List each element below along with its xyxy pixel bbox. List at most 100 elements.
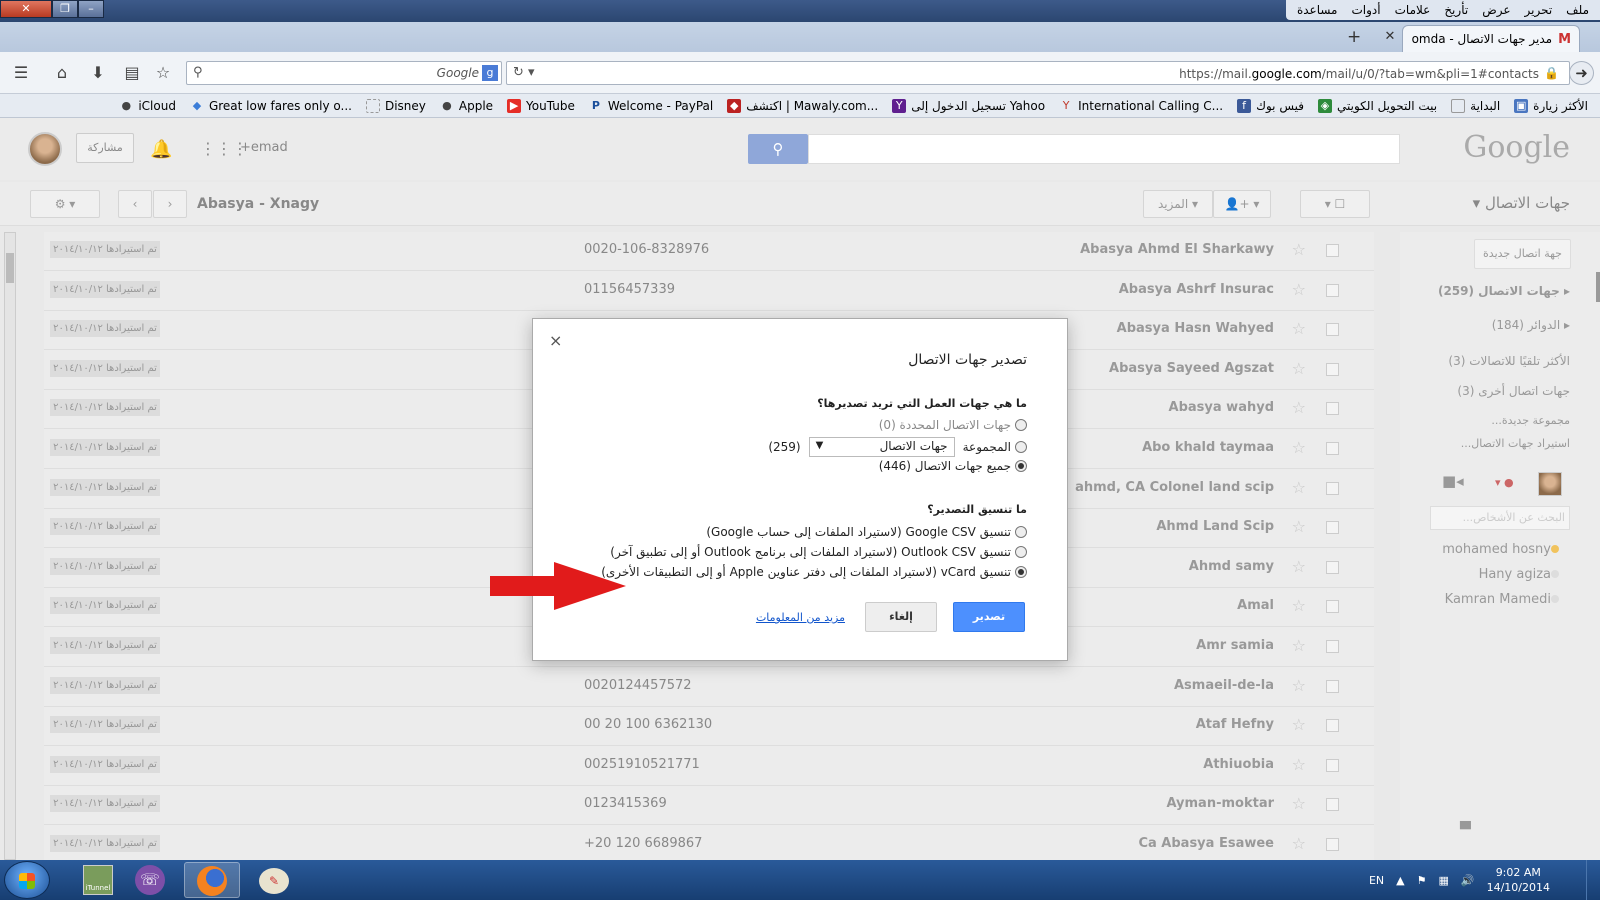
google-plus-icon[interactable]: g (482, 65, 498, 81)
star-icon[interactable]: ☆ (1292, 240, 1306, 259)
sidebar-item-other-contacts[interactable]: جهات اتصال أخرى (3) (1457, 384, 1570, 398)
star-icon[interactable]: ☆ (1292, 517, 1306, 536)
table-row[interactable]: تم استيرادها ٢٠١٤/١٠/١٢ +20 120 6689867 Ca… (44, 826, 1374, 860)
next-button[interactable]: › (153, 190, 187, 218)
contact-name[interactable]: Abasya Ahmd El Sharkawy (1080, 242, 1274, 257)
hamburger-menu-icon[interactable]: ☰ (11, 64, 31, 82)
clipboard-icon[interactable]: ▤ (122, 64, 142, 82)
row-checkbox[interactable] (1326, 798, 1339, 812)
bookmark-most-visited[interactable]: ▣ الأكثر زيارة (1514, 98, 1588, 113)
new-tab-icon[interactable]: + (1347, 27, 1361, 47)
minimize-window-icon[interactable]: – (78, 0, 104, 18)
table-row[interactable]: تم استيرادها ٢٠١٤/١٠/١٢ 00 20 100 6362130… (44, 707, 1374, 747)
action-center-flag-icon[interactable]: ⚑ (1417, 874, 1427, 887)
star-icon[interactable]: ☆ (1292, 280, 1306, 299)
menu-history[interactable]: تأريخ (1437, 0, 1475, 20)
reload-icon[interactable]: ↻ ▾ (513, 65, 535, 80)
menu-help[interactable]: مساعدة (1290, 0, 1345, 20)
bookmark-great-low-fares[interactable]: ◆ Great low fares only o... (190, 99, 352, 113)
contact-name[interactable]: Abasya wahyd (1169, 400, 1274, 415)
bookmark-disney[interactable]: Disney (365, 98, 426, 113)
star-icon[interactable]: ☆ (1292, 359, 1306, 378)
table-row[interactable]: تم استيرادها ٢٠١٤/١٠/١٢ 0123415369 Ayman-m… (44, 786, 1374, 826)
bookmark-start[interactable]: البداية (1451, 98, 1500, 113)
add-to-group-button[interactable]: 👤+ ▾ (1213, 190, 1271, 218)
user-plus-link[interactable]: +emad (240, 140, 288, 155)
row-checkbox[interactable] (1326, 481, 1339, 495)
row-checkbox[interactable] (1326, 323, 1339, 337)
contact-name[interactable]: Ataf Hefny (1196, 717, 1274, 732)
export-button[interactable]: تصدير (953, 602, 1025, 632)
row-checkbox[interactable] (1326, 283, 1339, 297)
sidebar-item-most-contacted[interactable]: الأكثر تلقيًا للاتصالات (3) (1448, 354, 1570, 368)
star-icon[interactable]: ☆ (1292, 596, 1306, 615)
radio-button[interactable] (1015, 546, 1027, 558)
clock[interactable]: 9:02 AM 14/10/2014 (1487, 865, 1550, 895)
option-selected-contacts[interactable]: جهات الاتصال المحددة (0) (879, 418, 1027, 432)
status-dropdown-icon[interactable]: ▾ ● (1495, 476, 1514, 489)
tab-close-icon[interactable]: ✕ (1382, 29, 1398, 45)
new-contact-button[interactable]: جهة اتصال جديدة (1474, 239, 1571, 269)
star-icon[interactable]: ☆ (1292, 676, 1306, 695)
video-call-icon[interactable]: ■◂ (1442, 472, 1464, 490)
row-checkbox[interactable] (1326, 758, 1339, 772)
people-search-input[interactable]: البحث عن الأشخاص... (1430, 506, 1570, 530)
row-checkbox[interactable] (1326, 679, 1339, 693)
bookmark-icloud[interactable]: ● iCloud (119, 99, 176, 113)
group-select[interactable]: جهات الاتصال ▼ (808, 437, 955, 457)
star-icon[interactable]: ☆ (1292, 478, 1306, 497)
row-checkbox[interactable] (1326, 560, 1339, 574)
row-checkbox[interactable] (1326, 600, 1339, 614)
star-icon[interactable]: ☆ (1292, 636, 1306, 655)
contact-name[interactable]: Ahmd samy (1189, 559, 1274, 574)
scrollbar[interactable] (4, 232, 16, 860)
chat-avatar[interactable] (1538, 472, 1562, 496)
bookmark-mawaly[interactable]: ◆ اكتشف | Mawaly.com... (727, 98, 878, 113)
radio-button-selected[interactable] (1015, 460, 1027, 472)
settings-button[interactable]: ⚙ ▾ (30, 190, 100, 218)
radio-button[interactable] (1015, 419, 1027, 431)
bookmark-international-calling[interactable]: Y International Calling C... (1059, 99, 1223, 113)
menu-bookmarks[interactable]: علامات (1388, 0, 1438, 20)
contact-name[interactable]: Amr samia (1196, 638, 1274, 653)
sidebar-item-new-group[interactable]: مجموعة جديدة... (1491, 414, 1570, 427)
menu-view[interactable]: عرض (1475, 0, 1517, 20)
scrollbar-thumb[interactable] (6, 253, 14, 283)
star-icon[interactable]: ☆ (1292, 557, 1306, 576)
close-window-icon[interactable]: ✕ (0, 0, 52, 18)
star-icon[interactable]: ☆ (1292, 398, 1306, 417)
itunnel-app-icon[interactable]: iTunnel (70, 862, 126, 898)
tray-expand-icon[interactable]: ▲ (1396, 874, 1404, 887)
star-icon[interactable]: ☆ (1292, 794, 1306, 813)
tab-contacts[interactable]: M مدير جهات الاتصال - omda... (1402, 25, 1580, 52)
bookmark-star-icon[interactable]: ☆ (153, 64, 173, 82)
table-row[interactable]: تم استيرادها ٢٠١٤/١٠/١٢ 01156457339 Abasya… (44, 272, 1374, 311)
contact-name[interactable]: Amal (1237, 598, 1274, 613)
url-bar[interactable]: ↻ ▾ https://mail.google.com/mail/u/0/?ta… (506, 61, 1570, 85)
contact-name[interactable]: Asmaeil-de-la (1174, 678, 1274, 693)
share-button[interactable]: مشاركة (76, 133, 134, 163)
maximize-window-icon[interactable]: ❐ (52, 0, 78, 18)
row-checkbox[interactable] (1326, 838, 1339, 851)
start-button[interactable] (4, 861, 50, 899)
contact-name[interactable]: Abo khald taymaa (1142, 440, 1274, 455)
more-button[interactable]: المزيد ▾ (1143, 190, 1213, 218)
row-checkbox[interactable] (1326, 521, 1339, 535)
language-indicator[interactable]: EN (1369, 874, 1384, 887)
bookmark-youtube[interactable]: ▶ YouTube (507, 98, 575, 113)
contact-name[interactable]: ahmd, CA Colonel land scip (1075, 480, 1274, 495)
avatar[interactable] (28, 132, 62, 166)
sidebar-item-circles[interactable]: ▸ الدوائر (184) (1492, 318, 1570, 332)
viber-app-icon[interactable]: ☏ (122, 862, 178, 898)
bookmark-paypal[interactable]: P Welcome - PayPal (589, 99, 713, 113)
menu-file[interactable]: ملف (1559, 0, 1596, 20)
menu-edit[interactable]: تحرير (1518, 0, 1560, 20)
cancel-button[interactable]: إلغاء (865, 602, 937, 632)
chat-person[interactable]: Hany agiza (1479, 567, 1565, 582)
radio-button[interactable] (1015, 526, 1027, 538)
firefox-app-icon[interactable] (184, 862, 240, 898)
row-checkbox[interactable] (1326, 640, 1339, 653)
contacts-search-input[interactable] (808, 134, 1400, 164)
table-row[interactable]: تم استيرادها ٢٠١٤/١٠/١٢ 0020124457572 Asma… (44, 668, 1374, 707)
close-icon[interactable]: × (549, 331, 562, 350)
